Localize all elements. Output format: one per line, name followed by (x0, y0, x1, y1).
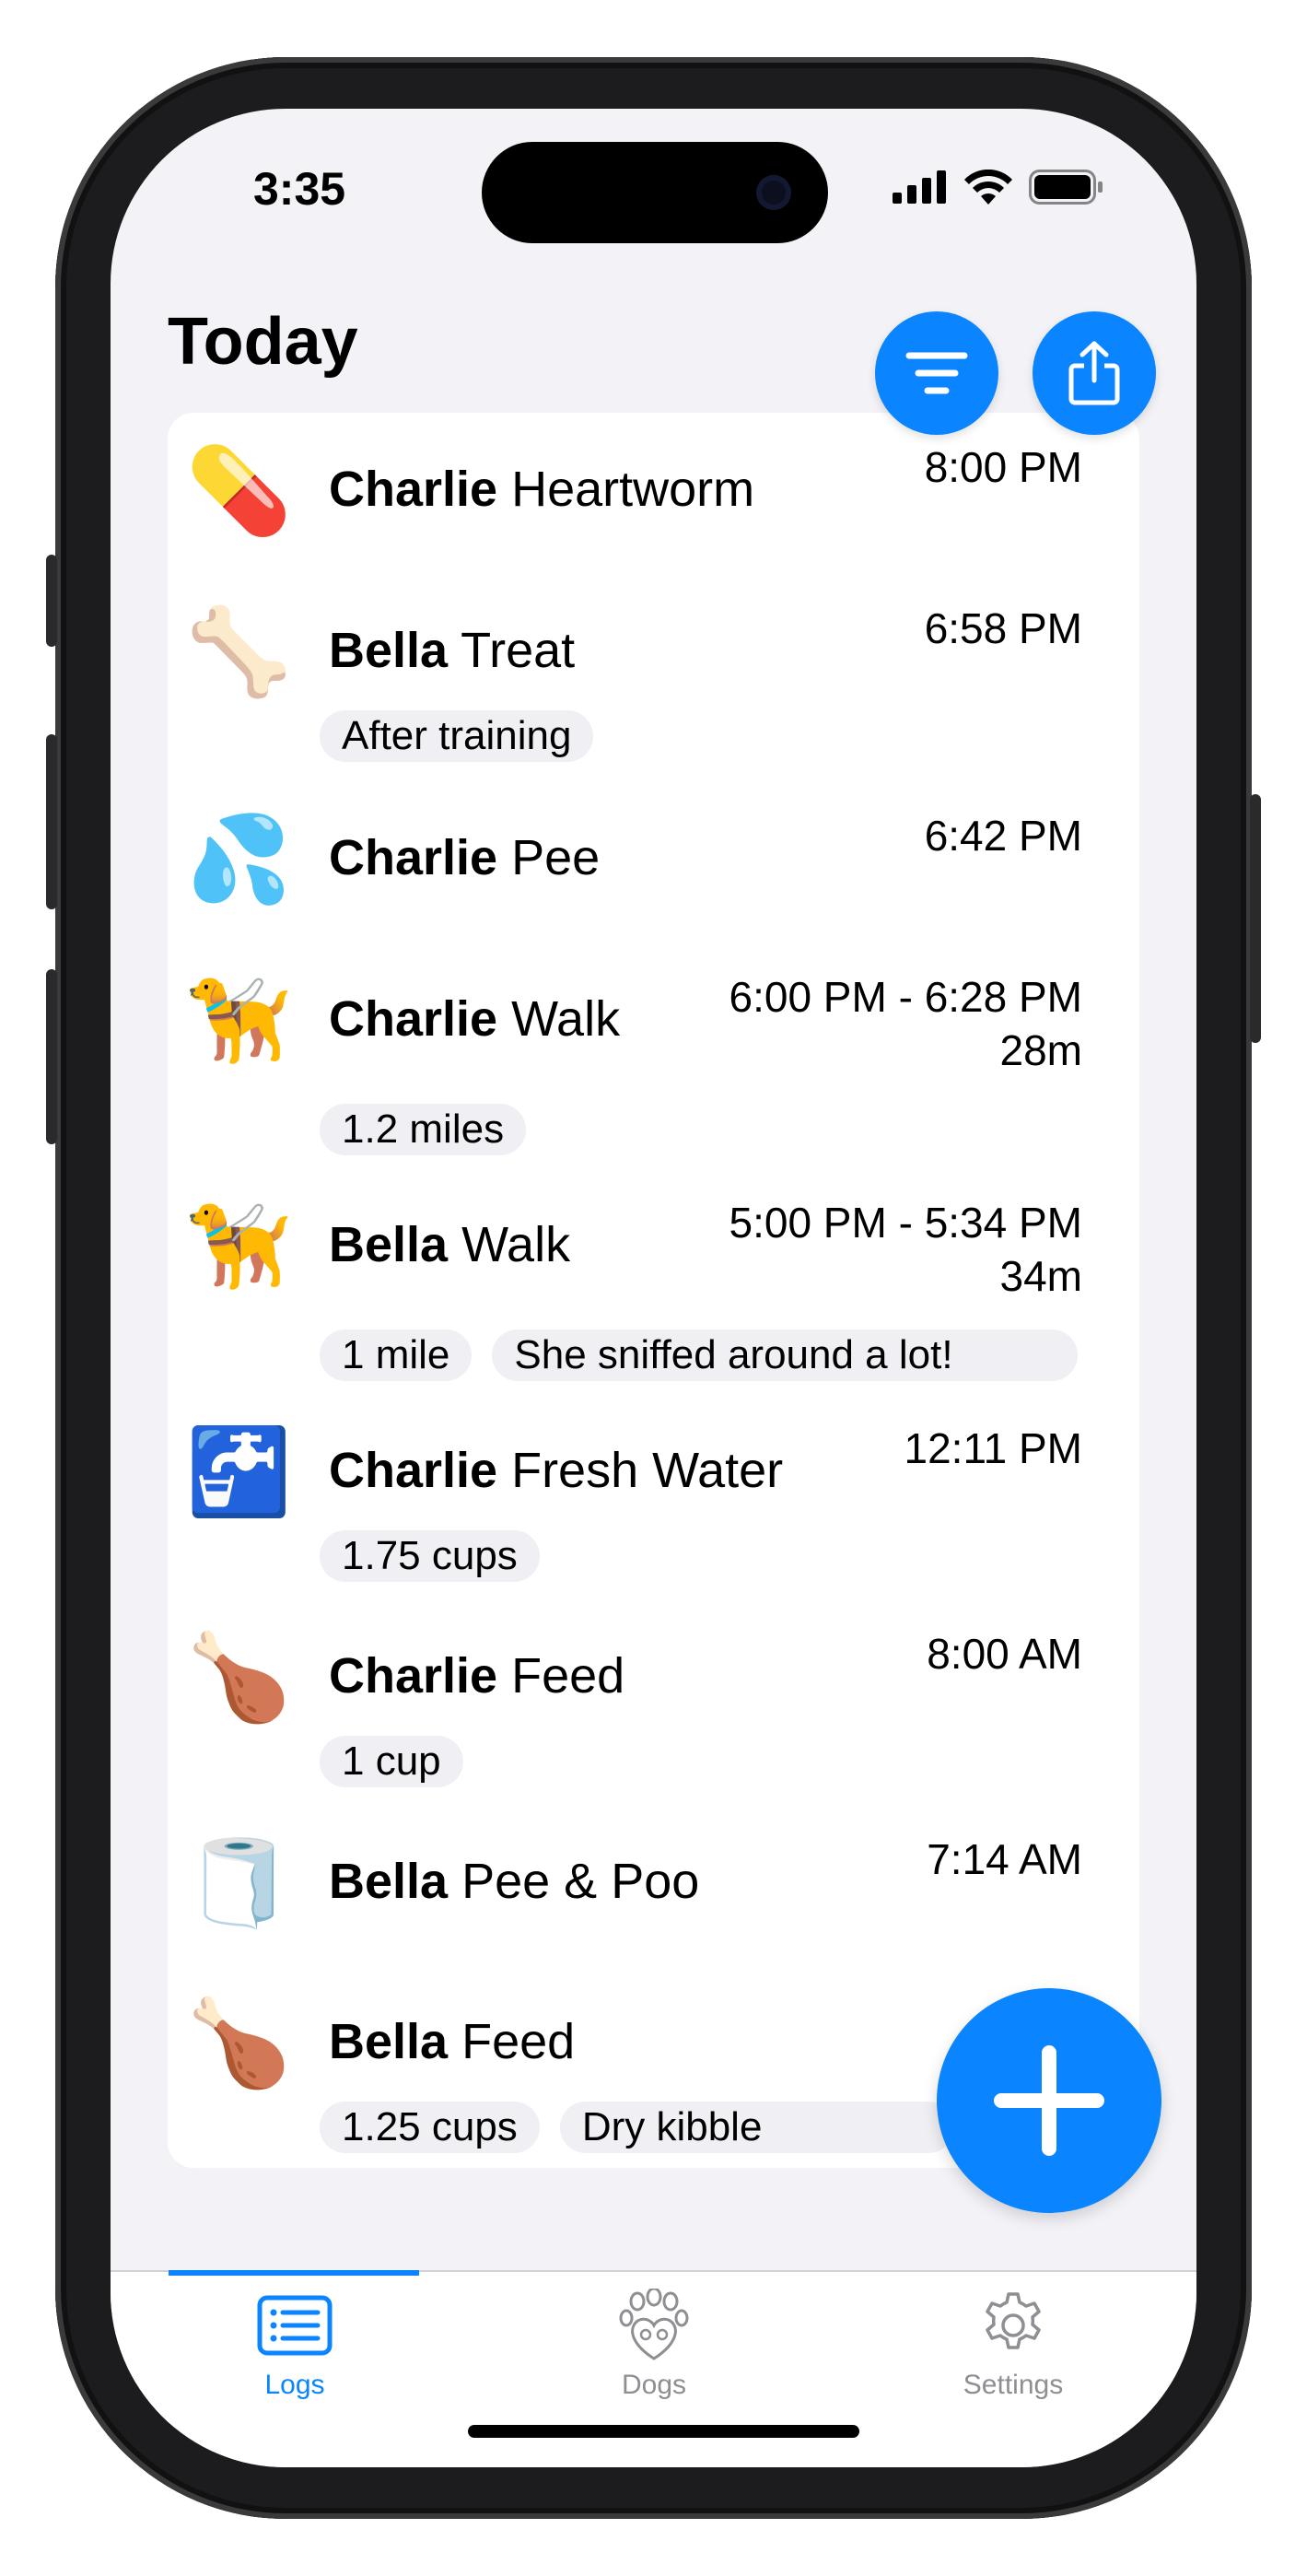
add-log-button[interactable] (937, 1988, 1161, 2213)
tag-chip: 1 mile (320, 1329, 473, 1381)
dog-name: Bella (329, 1854, 449, 1909)
log-title: Charlie Fresh Water (329, 1442, 783, 1499)
pill-icon: 💊 (186, 441, 292, 540)
tab-label: Logs (264, 2370, 325, 2400)
tag-chip: After training (320, 710, 594, 762)
duration: 34m (999, 1252, 1082, 1300)
share-icon (1068, 341, 1120, 405)
log-title: Bella Treat (329, 622, 575, 679)
log-time: 8:00 PM (925, 440, 1082, 494)
volume-up-button (46, 734, 57, 909)
dog-name: Bella (329, 1217, 449, 1272)
tag-list: 1.2 miles (320, 1104, 527, 1155)
tag-list: After training (320, 710, 594, 762)
log-time: 6:00 PM - 6:28 PM 28m (729, 970, 1083, 1077)
log-time: 8:00 AM (927, 1627, 1082, 1680)
dog-name: Charlie (329, 462, 498, 517)
tab-logs[interactable]: Logs (175, 2289, 414, 2418)
guide-dog-icon: 🦮 (186, 1197, 292, 1295)
time-range: 6:42 PM (924, 812, 1082, 860)
activity-name: Heartworm (511, 462, 755, 517)
activity-name: Walk (461, 1217, 571, 1272)
dog-name: Charlie (329, 991, 498, 1047)
filter-lines-icon (905, 352, 968, 394)
cellular-signal-icon (893, 170, 946, 204)
dog-name: Bella (329, 2014, 449, 2069)
toilet-paper-icon: 🧻 (186, 1833, 292, 1932)
drumstick-icon: 🍗 (186, 1994, 292, 2092)
log-title: Charlie Walk (329, 990, 620, 1048)
water-drops-icon: 💦 (186, 810, 292, 908)
activity-name: Walk (511, 991, 621, 1047)
activity-name: Treat (461, 623, 576, 678)
activity-name: Pee (511, 830, 601, 885)
status-time: 3:35 (253, 163, 346, 215)
log-title: Bella Walk (329, 1216, 570, 1273)
filter-button[interactable] (875, 311, 998, 435)
wifi-icon (964, 170, 1012, 205)
dog-name: Charlie (329, 830, 498, 885)
time-range: 12:11 PM (904, 1424, 1082, 1472)
power-button (1250, 794, 1261, 1043)
battery-icon (1029, 170, 1103, 205)
duration: 28m (999, 1026, 1082, 1074)
log-title: Charlie Feed (329, 1647, 624, 1704)
time-range: 7:14 AM (927, 1835, 1082, 1883)
volume-down-button (46, 969, 57, 1144)
tag-list: 1 mile She sniffed around a lot! (320, 1329, 1079, 1381)
tag-chip: 1.25 cups (320, 2102, 540, 2153)
gear-icon (986, 2292, 1041, 2349)
tag-chip: She sniffed around a lot! (492, 1329, 1079, 1381)
tab-settings[interactable]: Settings (893, 2289, 1133, 2418)
log-title: Charlie Heartworm (329, 461, 754, 518)
active-tab-indicator (169, 2270, 419, 2276)
dog-name: Charlie (329, 1648, 498, 1704)
action-button (46, 555, 57, 647)
guide-dog-icon: 🦮 (186, 971, 292, 1070)
tag-chip: Dry kibble (559, 2102, 954, 2153)
tag-chip: 1.2 miles (320, 1104, 527, 1155)
log-time: 12:11 PM (904, 1422, 1082, 1475)
activity-name: Fresh Water (511, 1443, 784, 1498)
dog-name: Charlie (329, 1443, 498, 1498)
time-range: 8:00 PM (924, 443, 1082, 491)
tag-list: 1.25 cups Dry kibble (320, 2102, 954, 2153)
log-time: 7:14 AM (927, 1832, 1082, 1886)
log-time: 5:00 PM - 5:34 PM 34m (729, 1196, 1083, 1303)
activity-name: Pee & Poo (461, 1854, 700, 1909)
bone-icon: 🦴 (186, 603, 292, 701)
front-camera (756, 175, 791, 210)
log-title: Bella Pee & Poo (329, 1853, 699, 1910)
log-time: 6:58 PM (925, 602, 1082, 655)
dog-name: Bella (329, 623, 449, 678)
plus-icon (994, 2045, 1104, 2156)
dynamic-island (482, 142, 828, 243)
tag-list: 1 cup (320, 1736, 463, 1787)
log-title: Charlie Pee (329, 829, 600, 886)
log-time: 6:42 PM (925, 809, 1082, 862)
faucet-icon: 🚰 (186, 1423, 292, 1521)
tag-list: 1.75 cups (320, 1530, 540, 1582)
tab-label: Dogs (621, 2370, 687, 2400)
home-indicator[interactable] (468, 2425, 859, 2438)
status-icons (893, 170, 1104, 205)
tag-chip: 1.75 cups (320, 1530, 540, 1582)
time-range: 6:58 PM (924, 604, 1082, 652)
activity-name: Feed (511, 1648, 625, 1704)
log-title: Bella Feed (329, 2013, 575, 2070)
time-range: 5:00 PM - 5:34 PM (729, 1199, 1083, 1247)
page-title: Today (168, 305, 358, 379)
share-button[interactable] (1033, 311, 1156, 435)
drumstick-icon: 🍗 (186, 1628, 292, 1727)
tab-label: Settings (963, 2370, 1064, 2400)
paw-heart-icon (619, 2289, 689, 2360)
time-range: 8:00 AM (927, 1630, 1082, 1678)
log-list: 💊 Charlie Heartworm 8:00 PM 🦴 Bella Trea… (168, 413, 1139, 2168)
time-range: 6:00 PM - 6:28 PM (729, 973, 1083, 1021)
app-screen: 3:35 Today 💊 Charlie Heartworm 8:00 PM 🦴… (111, 109, 1196, 2467)
tab-dogs[interactable]: Dogs (534, 2289, 774, 2418)
tag-chip: 1 cup (320, 1736, 463, 1787)
activity-name: Feed (461, 2014, 576, 2069)
list-icon (257, 2295, 333, 2356)
